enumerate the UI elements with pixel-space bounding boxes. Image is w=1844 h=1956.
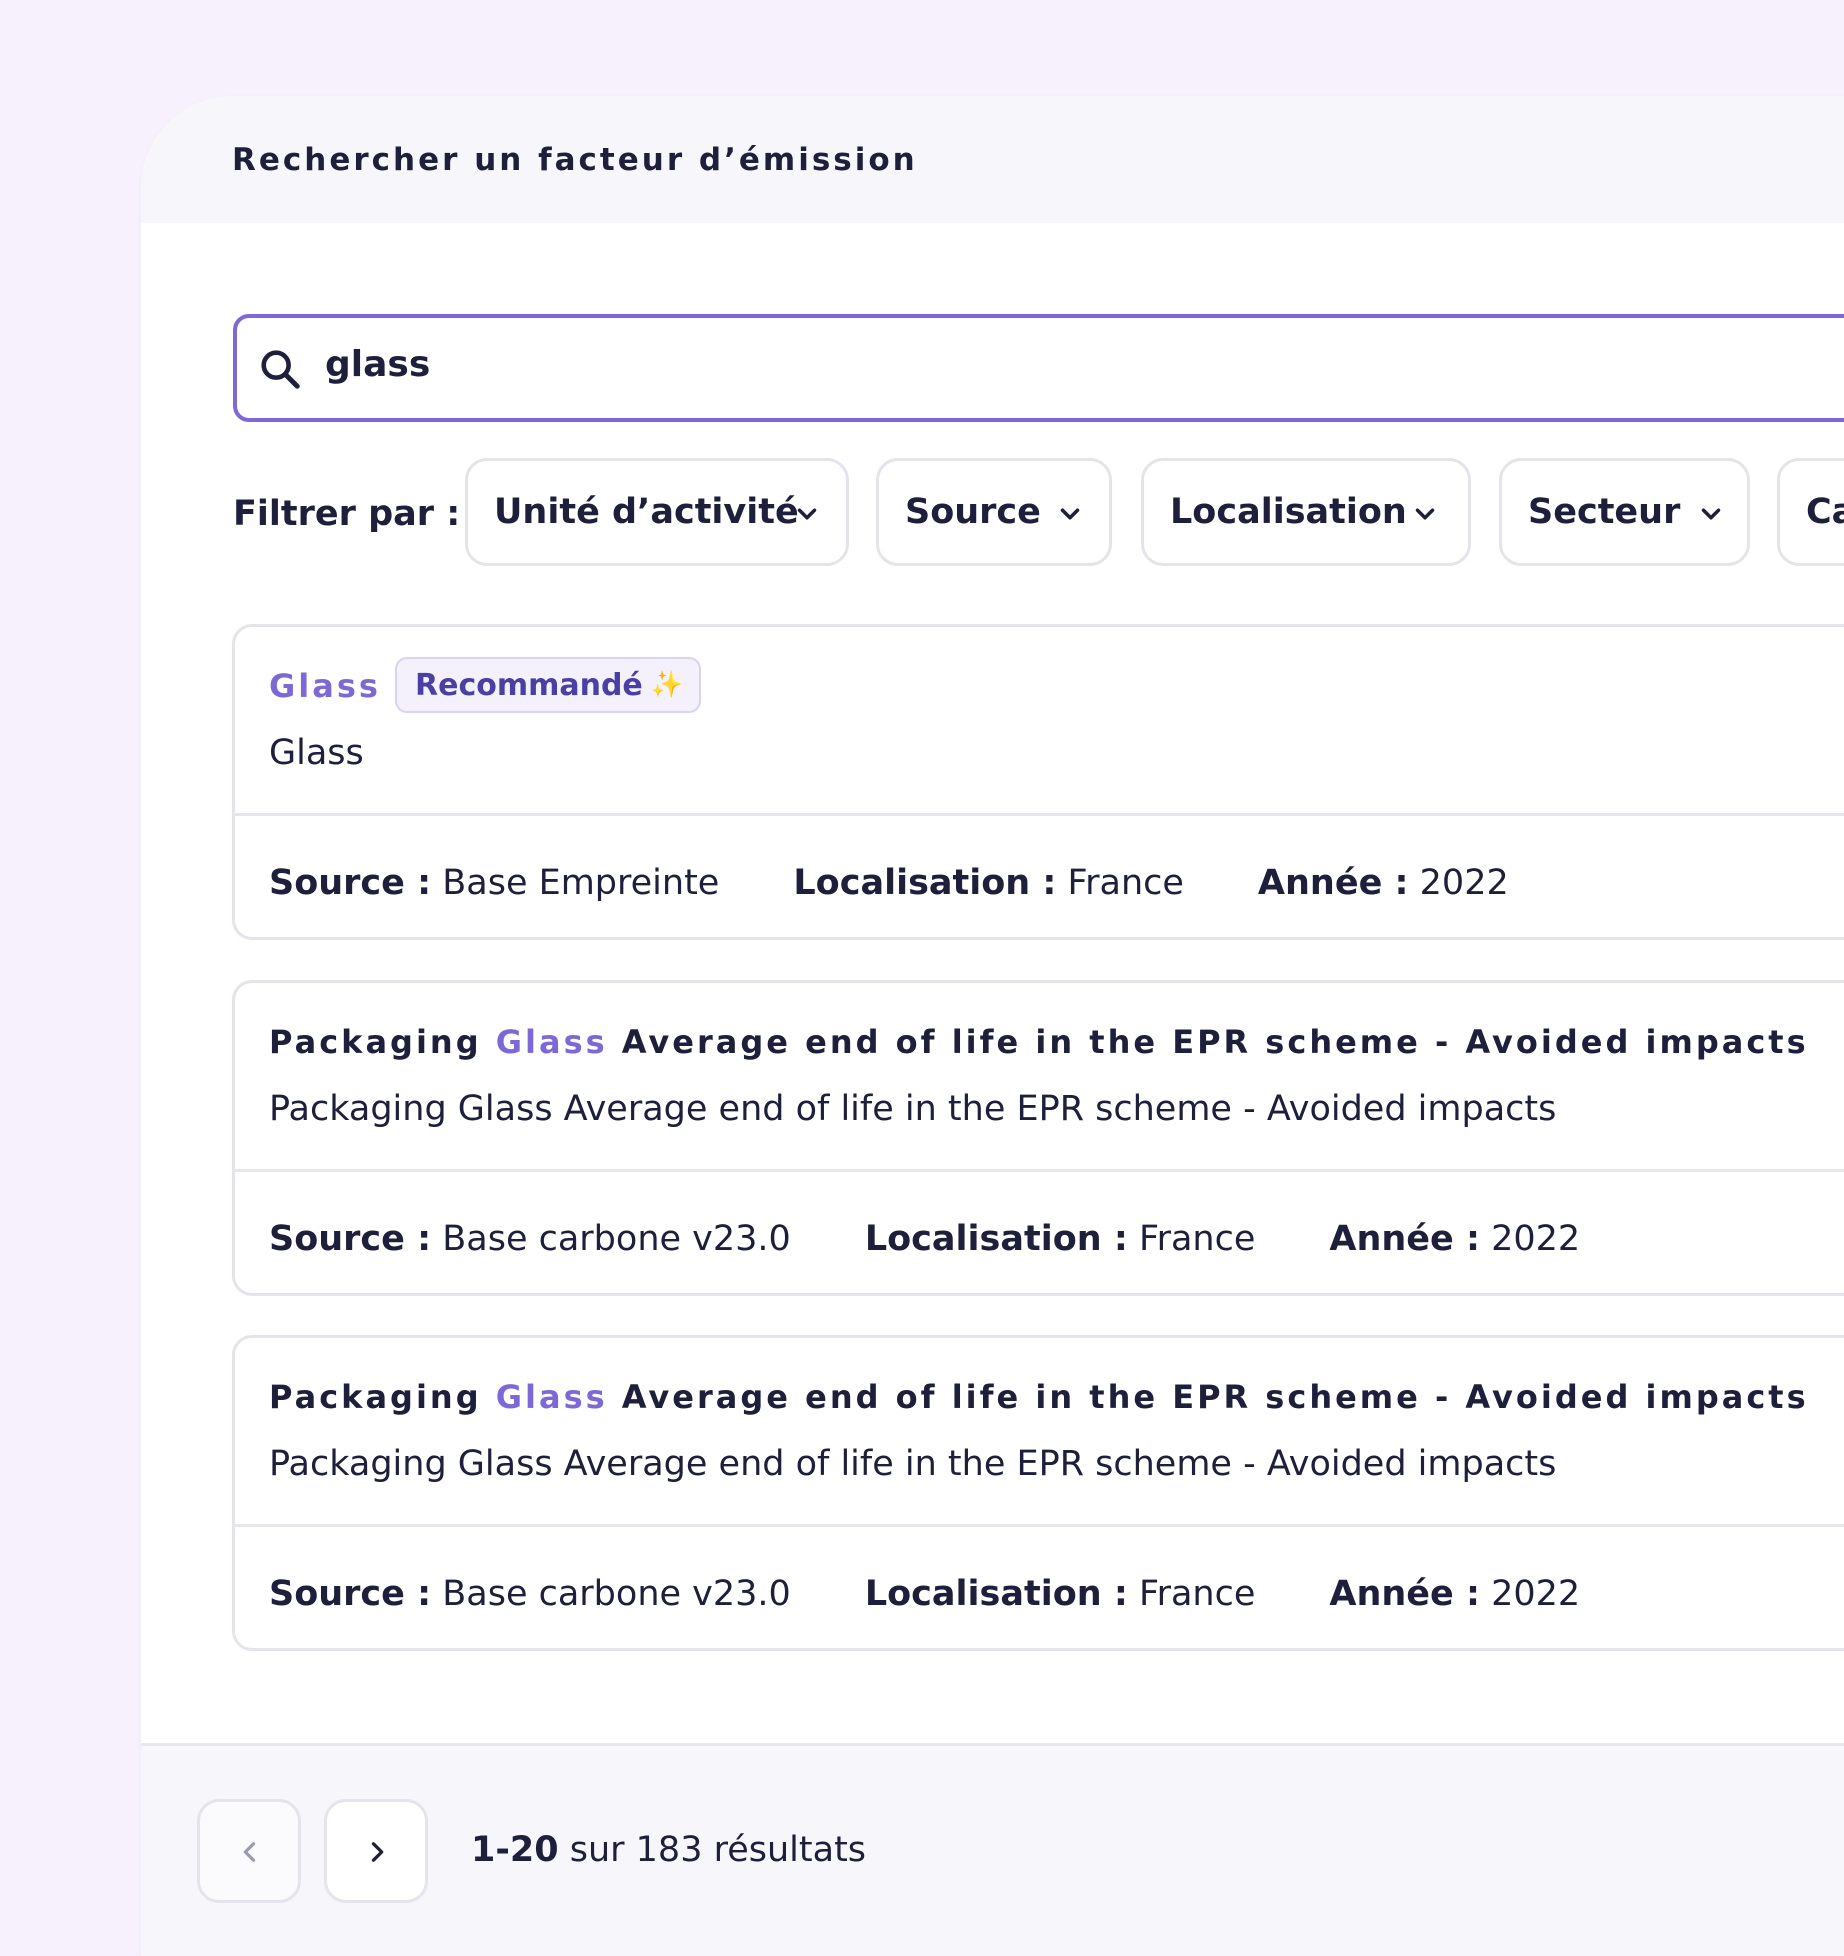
chip-label: Localisation: [1170, 492, 1407, 532]
filter-unit-dropdown[interactable]: Unité d’activité: [465, 458, 849, 566]
result-card[interactable]: Packaging Glass Average end of life in t…: [232, 980, 1844, 1296]
filter-location-dropdown[interactable]: Localisation: [1141, 458, 1471, 566]
filter-label: Filtrer par :: [233, 494, 461, 534]
card-header: Packaging Glass Average end of life in t…: [235, 983, 1844, 1172]
highlight: Glass: [495, 1023, 608, 1061]
result-meta: Source : Base carbone v23.0 Localisation…: [269, 1574, 1581, 1614]
card-header: Packaging Glass Average end of life in t…: [235, 1338, 1844, 1527]
result-title: Packaging Glass Average end of life in t…: [269, 1378, 1809, 1416]
chevron-left-icon: [243, 1842, 256, 1862]
result-title: Glass: [269, 667, 381, 705]
result-card[interactable]: Glass Recommandé ✨ Glass Source : Base E…: [232, 624, 1844, 940]
search-value: glass: [325, 344, 431, 385]
search-icon: [261, 350, 300, 389]
results-count: 1-20 sur 183 résultats: [471, 1830, 867, 1870]
result-meta: Source : Base carbone v23.0 Localisation…: [269, 1219, 1581, 1259]
search-input[interactable]: glass: [233, 314, 1844, 422]
sparkle-icon: ✨: [650, 670, 684, 700]
filter-category-dropdown[interactable]: Ca: [1777, 458, 1844, 566]
result-subtitle: Packaging Glass Average end of life in t…: [269, 1444, 1557, 1484]
card-header: Glass Recommandé ✨ Glass: [235, 627, 1844, 816]
chevron-down-icon: [1060, 508, 1080, 520]
highlight: Glass: [495, 1378, 608, 1416]
search-panel: Rechercher un facteur d’émission glass F…: [141, 96, 1844, 1956]
chip-label: Source: [905, 492, 1041, 532]
chip-label: Ca: [1806, 492, 1844, 532]
result-meta: Source : Base Empreinte Localisation : F…: [269, 863, 1509, 903]
filter-source-dropdown[interactable]: Source: [876, 458, 1112, 566]
result-subtitle: Glass: [269, 733, 364, 773]
next-page-button[interactable]: [324, 1799, 428, 1903]
chevron-down-icon: [1415, 508, 1435, 520]
result-subtitle: Packaging Glass Average end of life in t…: [269, 1089, 1557, 1129]
result-title: Packaging Glass Average end of life in t…: [269, 1023, 1809, 1061]
panel-title: Rechercher un facteur d’émission: [232, 142, 918, 178]
filter-sector-dropdown[interactable]: Secteur: [1499, 458, 1750, 566]
previous-page-button[interactable]: [197, 1799, 301, 1903]
panel-header: Rechercher un facteur d’émission: [141, 96, 1844, 223]
pagination-bar: 1-20 sur 183 résultats: [141, 1743, 1844, 1956]
highlight: Glass: [269, 667, 381, 705]
chevron-down-icon: [1701, 508, 1721, 520]
chip-label: Unité d’activité: [494, 492, 799, 532]
chevron-right-icon: [371, 1842, 384, 1862]
recommended-badge: Recommandé ✨: [395, 657, 702, 713]
result-card[interactable]: Packaging Glass Average end of life in t…: [232, 1335, 1844, 1651]
chip-label: Secteur: [1528, 492, 1681, 532]
chevron-down-icon: [797, 508, 817, 520]
